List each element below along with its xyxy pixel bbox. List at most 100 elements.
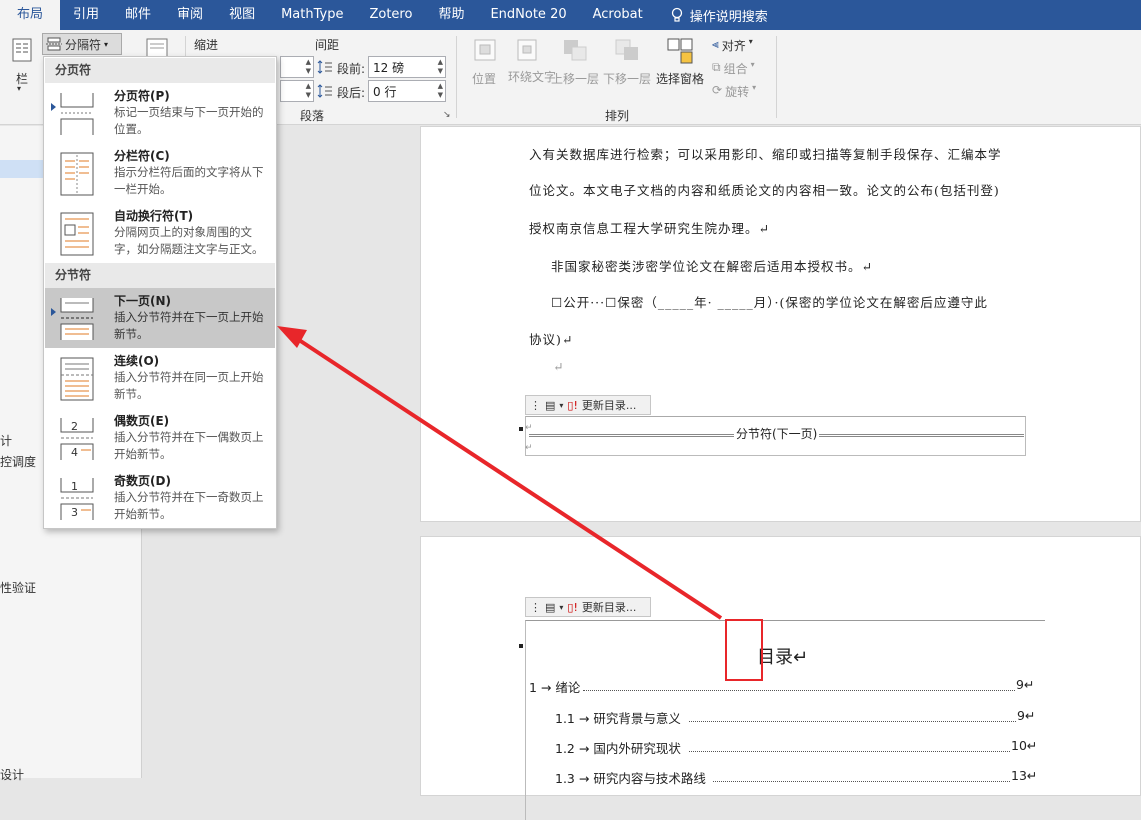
menu-item-desc: 插入分节符并在同一页上开始新节。	[114, 370, 264, 401]
paragraph-launcher-icon[interactable]: ↘	[443, 110, 451, 120]
toc-page: 9↵	[1017, 708, 1036, 723]
svg-text:2: 2	[71, 420, 78, 433]
anchor-mark	[519, 427, 523, 431]
drag-handle-icon[interactable]: ⋮	[530, 601, 541, 614]
document-page: 入有关数据库进行检索；可以采用影印、缩印或扫描等复制手段保存、汇编本学 位论文。…	[420, 126, 1141, 522]
menu-item-continuous[interactable]: 连续(O) 插入分节符并在同一页上开始新节。	[45, 348, 275, 408]
tab-endnote[interactable]: EndNote 20	[477, 0, 579, 30]
highlight-box	[725, 619, 763, 681]
drag-handle-icon[interactable]: ⋮	[530, 399, 541, 412]
toc-icon[interactable]: ▤	[545, 399, 555, 412]
breaks-button[interactable]: 分隔符 ▾	[42, 33, 122, 55]
menu-item-title: 分页符(P)	[114, 89, 170, 103]
menu-item-title: 连续(O)	[114, 354, 160, 368]
toc-control-bar[interactable]: ⋮ ▤ ▾ ▯! 更新目录...	[525, 395, 651, 415]
lightbulb-icon	[671, 7, 682, 22]
nav-item[interactable]: 设计	[0, 766, 24, 783]
doc-paragraph: 入有关数据库进行检索；可以采用影印、缩印或扫描等复制手段保存、汇编本学	[529, 147, 1002, 162]
toc-chevron-icon[interactable]: ▾	[559, 603, 563, 612]
toc-entry-title: 研究背景与意义	[593, 711, 681, 726]
bring-forward-icon	[564, 40, 587, 61]
menu-item-desc: 分隔网页上的对象周围的文字，如分隔题注文字与正文。	[114, 225, 264, 256]
arrange-group-label: 排列	[605, 109, 630, 123]
tab-review[interactable]: 审阅	[164, 0, 216, 30]
page-break-icon	[60, 93, 94, 135]
doc-paragraph: ☐公开···☐保密（_____年· _____月）·(保密的学位论文在解密后应遵…	[551, 295, 988, 310]
toc-page: 9↵	[1016, 677, 1035, 692]
toc-icon[interactable]: ▤	[545, 601, 555, 614]
nav-item[interactable]: 性验证	[0, 579, 36, 596]
nav-item[interactable]: 控调度	[0, 453, 36, 470]
menu-item-title: 下一页(N)	[114, 294, 172, 308]
line-numbers-icon	[146, 38, 168, 58]
indent-right-input[interactable]: ▲ ▼	[280, 80, 314, 102]
toc-entry[interactable]: 1.1 → 研究背景与意义	[555, 708, 681, 727]
tab-view[interactable]: 视图	[216, 0, 268, 30]
nav-item[interactable]: 计	[0, 432, 12, 449]
toc-entry[interactable]: 1 → 绪论	[529, 677, 580, 696]
menu-item-even-page[interactable]: 24 偶数页(E) 插入分节符并在下一偶数页上开始新节。	[45, 408, 275, 468]
menu-item-title: 偶数页(E)	[114, 414, 170, 428]
spacing-after-input[interactable]: 0 行 ▲ ▼	[368, 80, 446, 102]
align-label: 对齐	[721, 39, 746, 53]
document-page: ⋮ ▤ ▾ ▯! 更新目录... 目录↵ 1 → 绪论 9↵ 1.1 → 研究背…	[420, 536, 1141, 820]
doc-paragraph-mark: ↵	[553, 359, 565, 374]
menu-item-odd-page[interactable]: 13 奇数页(D) 插入分节符并在下一奇数页上开始新节。	[45, 468, 275, 528]
toc-num: 1.1	[555, 711, 575, 726]
doc-paragraph: 授权南京信息工程大学研究生院办理。↵	[529, 221, 770, 236]
tab-mailings[interactable]: 邮件	[112, 0, 164, 30]
doc-paragraph: 协议)↵	[529, 332, 574, 347]
spacing-before-input[interactable]: 12 磅 ▲ ▼	[368, 56, 446, 78]
toc-entry-title: 研究内容与技术路线	[593, 771, 706, 786]
menu-item-text-wrapping-break[interactable]: 自动换行符(T) 分隔网页上的对象周围的文字，如分隔题注文字与正文。	[45, 203, 275, 263]
odd-page-icon: 13	[60, 478, 94, 520]
indent-left-input[interactable]: ▲ ▼	[280, 56, 314, 78]
menu-item-title: 奇数页(D)	[114, 474, 171, 488]
menu-item-column-break[interactable]: 分栏符(C) 指示分栏符后面的文字将从下一栏开始。	[45, 143, 275, 203]
toc-entry-title: 国内外研究现状	[593, 741, 681, 756]
paragraph-group-label: 段落	[300, 109, 325, 123]
tab-help[interactable]: 帮助	[425, 0, 477, 30]
send-backward-icon	[615, 39, 638, 60]
toc-control-bar[interactable]: ⋮ ▤ ▾ ▯! 更新目录...	[525, 597, 651, 617]
wrap-text-button[interactable]: 环绕文字	[508, 70, 556, 85]
update-toc-button[interactable]: 更新目录...	[582, 599, 637, 615]
toc-chevron-icon[interactable]: ▾	[559, 401, 563, 410]
tab-references[interactable]: 引用	[60, 0, 112, 30]
update-toc-button[interactable]: 更新目录...	[582, 397, 637, 413]
menu-item-desc: 标记一页结束与下一页开始的位置。	[114, 105, 264, 136]
align-button[interactable]: ⫷ 对齐 ▾	[712, 37, 753, 54]
tab-mathtype[interactable]: MathType	[268, 0, 356, 30]
spacing-after-label: 段后:	[337, 86, 366, 100]
tab-zotero[interactable]: Zotero	[356, 0, 425, 30]
spacing-before-label: 段前:	[337, 62, 366, 76]
rotate-chevron-icon: ▾	[752, 83, 757, 92]
group-button[interactable]: ⧉ 组合 ▾	[712, 60, 755, 77]
svg-text:1: 1	[71, 480, 78, 493]
spacing-label: 间距	[315, 38, 340, 52]
menu-item-next-page[interactable]: 下一页(N) 插入分节符并在下一页上开始新节。	[45, 288, 275, 348]
bring-forward-button[interactable]: 上移一层	[551, 70, 599, 87]
menu-item-desc: 指示分栏符后面的文字将从下一栏开始。	[114, 165, 264, 196]
rotate-label: 旋转	[725, 85, 750, 99]
breaks-chevron-icon: ▾	[104, 39, 109, 49]
svg-text:3: 3	[71, 506, 78, 519]
position-button[interactable]: 位置	[472, 70, 496, 87]
send-backward-button[interactable]: 下移一层	[603, 70, 651, 87]
columns-icon	[12, 38, 32, 62]
tell-me-search[interactable]: 操作说明搜索	[656, 6, 768, 25]
menu-item-desc: 插入分节符并在下一奇数页上开始新节。	[114, 490, 264, 521]
toc-leader	[689, 751, 1010, 752]
nav-selected-item[interactable]	[0, 160, 48, 178]
update-toc-icon: ▯!	[567, 600, 578, 614]
selection-pane-button[interactable]: 选择窗格	[656, 70, 704, 87]
tab-layout[interactable]: 布局	[0, 0, 61, 30]
menu-item-desc: 插入分节符并在下一偶数页上开始新节。	[114, 430, 264, 461]
tab-acrobat[interactable]: Acrobat	[580, 0, 656, 30]
align-chevron-icon: ▾	[748, 37, 753, 46]
breaks-label: 分隔符	[65, 37, 102, 52]
menu-item-page-break[interactable]: 分页符(P) 标记一页结束与下一页开始的位置。	[45, 83, 275, 143]
columns-chevron-icon: ▾	[17, 84, 22, 93]
toc-entry[interactable]: 1.2 → 国内外研究现状	[555, 738, 681, 757]
rotate-button[interactable]: ⟳ 旋转 ▾	[712, 83, 756, 100]
